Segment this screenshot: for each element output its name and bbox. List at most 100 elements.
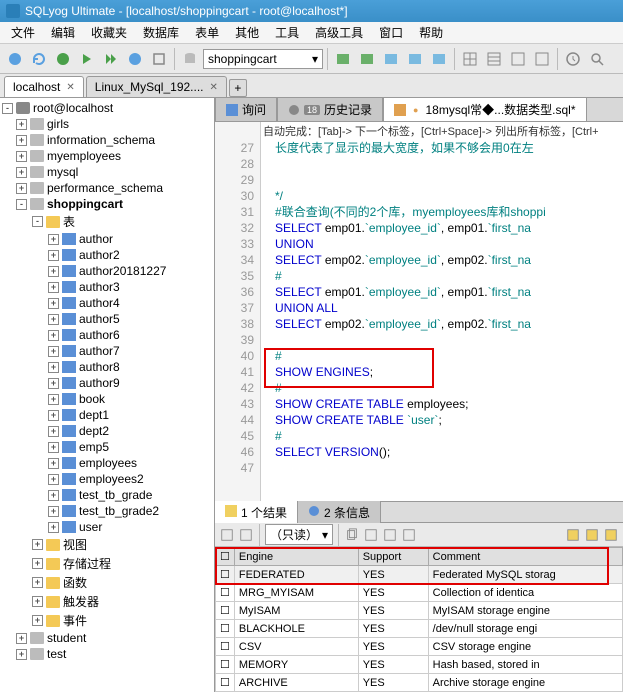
expand-icon[interactable]: + bbox=[48, 490, 59, 501]
editor-tab[interactable]: 18历史记录 bbox=[277, 98, 383, 121]
tree-db[interactable]: +myemployees bbox=[0, 148, 214, 164]
expand-icon[interactable]: + bbox=[16, 119, 27, 130]
menu-收藏夹[interactable]: 收藏夹 bbox=[84, 22, 134, 43]
col3-icon[interactable] bbox=[603, 527, 619, 543]
tool-1-icon[interactable] bbox=[332, 48, 354, 70]
expand-icon[interactable]: + bbox=[48, 266, 59, 277]
menu-高级工具[interactable]: 高级工具 bbox=[308, 22, 370, 43]
expand-icon[interactable]: + bbox=[48, 282, 59, 293]
table-row[interactable]: ☐MEMORYYESHash based, stored in bbox=[216, 656, 623, 674]
code-area[interactable]: 长度代表了显示的最大宽度，如果不够会用0在左 */ #联合查询(不同的2个库，m… bbox=[261, 122, 623, 501]
expand-icon[interactable]: + bbox=[48, 234, 59, 245]
tree-db[interactable]: +information_schema bbox=[0, 132, 214, 148]
add-tab-button[interactable]: + bbox=[229, 79, 247, 97]
col1-icon[interactable] bbox=[565, 527, 581, 543]
tree-table[interactable]: +book bbox=[0, 391, 214, 407]
expand-icon[interactable]: + bbox=[48, 298, 59, 309]
menu-编辑[interactable]: 编辑 bbox=[44, 22, 82, 43]
tree-table[interactable]: +author6 bbox=[0, 327, 214, 343]
expand-icon[interactable]: + bbox=[48, 250, 59, 261]
expand-icon[interactable]: + bbox=[16, 183, 27, 194]
close-icon[interactable]: ✕ bbox=[66, 82, 74, 93]
undo-icon[interactable] bbox=[52, 48, 74, 70]
menu-文件[interactable]: 文件 bbox=[4, 22, 42, 43]
menu-数据库[interactable]: 数据库 bbox=[136, 22, 186, 43]
tree-tables-folder[interactable]: -表 bbox=[0, 212, 214, 231]
execute-icon[interactable] bbox=[76, 48, 98, 70]
tree-table[interactable]: +author20181227 bbox=[0, 263, 214, 279]
tool-5-icon[interactable] bbox=[428, 48, 450, 70]
view2-icon[interactable] bbox=[382, 527, 398, 543]
tree-table[interactable]: +author9 bbox=[0, 375, 214, 391]
tree-table[interactable]: +author7 bbox=[0, 343, 214, 359]
tree-table[interactable]: +test_tb_grade2 bbox=[0, 503, 214, 519]
expand-icon[interactable]: + bbox=[48, 314, 59, 325]
editor-tab[interactable]: 询问 bbox=[215, 98, 277, 121]
tree-db[interactable]: +test bbox=[0, 646, 214, 662]
conn-tab[interactable]: Linux_MySql_192....✕ bbox=[86, 76, 227, 97]
expand-icon[interactable]: + bbox=[32, 596, 43, 607]
col2-icon[interactable] bbox=[584, 527, 600, 543]
collapse-icon[interactable]: - bbox=[16, 199, 27, 210]
table-row[interactable]: ☐ARCHIVEYESArchive storage engine bbox=[216, 674, 623, 692]
menu-窗口[interactable]: 窗口 bbox=[372, 22, 410, 43]
expand-icon[interactable]: + bbox=[16, 135, 27, 146]
tool-4-icon[interactable] bbox=[404, 48, 426, 70]
conn-tab[interactable]: localhost✕ bbox=[4, 76, 84, 97]
expand-icon[interactable]: + bbox=[16, 649, 27, 660]
export-icon[interactable] bbox=[219, 527, 235, 543]
tree-folder[interactable]: +视图 bbox=[0, 535, 214, 554]
expand-icon[interactable]: + bbox=[48, 426, 59, 437]
row-checkbox[interactable]: ☐ bbox=[216, 584, 235, 602]
view3-icon[interactable] bbox=[401, 527, 417, 543]
expand-icon[interactable]: + bbox=[16, 633, 27, 644]
expand-icon[interactable]: + bbox=[48, 378, 59, 389]
tree-table[interactable]: +user bbox=[0, 519, 214, 535]
expand-icon[interactable]: + bbox=[32, 577, 43, 588]
tree-db[interactable]: +performance_schema bbox=[0, 180, 214, 196]
result-tab[interactable]: 2 条信息 bbox=[298, 501, 381, 524]
refresh-icon[interactable] bbox=[28, 48, 50, 70]
tree-table[interactable]: +author5 bbox=[0, 311, 214, 327]
grid-4-icon[interactable] bbox=[531, 48, 553, 70]
sched-icon[interactable] bbox=[562, 48, 584, 70]
stop-icon[interactable] bbox=[124, 48, 146, 70]
grid-3-icon[interactable] bbox=[507, 48, 529, 70]
execute-all-icon[interactable] bbox=[100, 48, 122, 70]
collapse-icon[interactable]: - bbox=[2, 103, 13, 114]
editor-tab[interactable]: ●18mysql常◆...数据类型.sql* bbox=[383, 98, 586, 121]
grid-1-icon[interactable] bbox=[459, 48, 481, 70]
sql-editor[interactable]: 自动完成：[Tab]-> 下一个标签，[Ctrl+Space]-> 列出所有标签… bbox=[215, 122, 623, 501]
expand-icon[interactable]: + bbox=[48, 474, 59, 485]
object-browser[interactable]: -root@localhost+girls+information_schema… bbox=[0, 98, 215, 692]
table-row[interactable]: ☐BLACKHOLEYES/dev/null storage engi bbox=[216, 620, 623, 638]
collapse-icon[interactable]: - bbox=[32, 216, 43, 227]
view1-icon[interactable] bbox=[363, 527, 379, 543]
menu-工具[interactable]: 工具 bbox=[268, 22, 306, 43]
row-checkbox[interactable]: ☐ bbox=[216, 620, 235, 638]
expand-icon[interactable]: + bbox=[32, 539, 43, 550]
tree-table[interactable]: +author bbox=[0, 231, 214, 247]
tree-table[interactable]: +test_tb_grade bbox=[0, 487, 214, 503]
close-icon[interactable]: ✕ bbox=[210, 82, 218, 93]
result-tab[interactable]: 1 个结果 bbox=[215, 501, 298, 524]
expand-icon[interactable]: + bbox=[48, 346, 59, 357]
tree-table[interactable]: +author2 bbox=[0, 247, 214, 263]
tree-db[interactable]: +girls bbox=[0, 116, 214, 132]
expand-icon[interactable]: + bbox=[48, 442, 59, 453]
table-row[interactable]: ☐MyISAMYESMyISAM storage engine bbox=[216, 602, 623, 620]
table-row[interactable]: ☐CSVYESCSV storage engine bbox=[216, 638, 623, 656]
tree-table[interactable]: +author8 bbox=[0, 359, 214, 375]
tree-root[interactable]: -root@localhost bbox=[0, 100, 214, 116]
expand-icon[interactable]: + bbox=[32, 615, 43, 626]
tool-2-icon[interactable] bbox=[356, 48, 378, 70]
format-icon[interactable] bbox=[148, 48, 170, 70]
grid-2-icon[interactable] bbox=[483, 48, 505, 70]
row-checkbox[interactable]: ☐ bbox=[216, 656, 235, 674]
menu-表单[interactable]: 表单 bbox=[188, 22, 226, 43]
tree-table[interactable]: +author4 bbox=[0, 295, 214, 311]
db-selector[interactable]: shoppingcart ▾ bbox=[203, 49, 323, 69]
expand-icon[interactable]: + bbox=[16, 151, 27, 162]
table-row[interactable]: ☐MRG_MYISAMYESCollection of identica bbox=[216, 584, 623, 602]
find-icon[interactable] bbox=[586, 48, 608, 70]
